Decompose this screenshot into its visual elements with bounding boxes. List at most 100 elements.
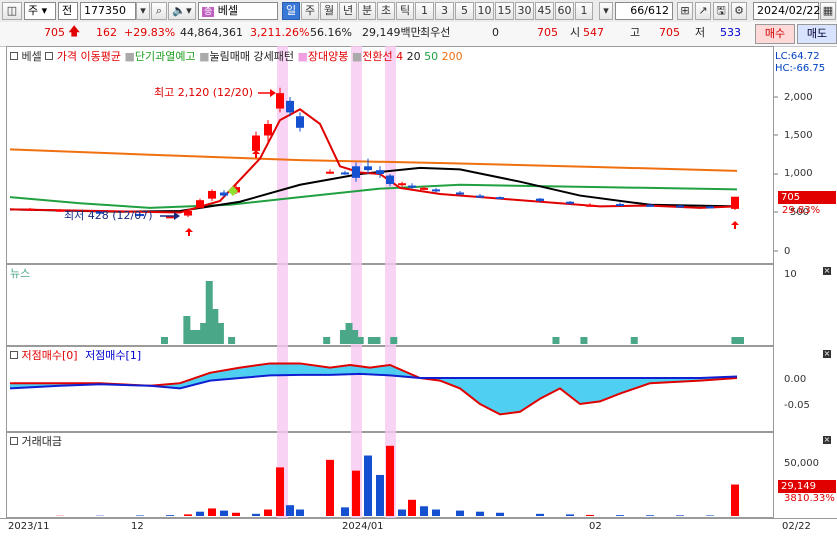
news-bar — [374, 337, 381, 344]
interval-button[interactable]: 3 — [435, 2, 454, 20]
trade-value-bar — [326, 460, 334, 516]
interval-button[interactable]: 1 — [575, 2, 593, 20]
trade-value-bar — [408, 500, 416, 516]
news-bar — [552, 337, 559, 344]
trade-value-bar — [731, 485, 739, 516]
low-annotation: 최저 428 (12/07) — [64, 209, 153, 222]
interval-button[interactable]: 5 — [455, 2, 474, 20]
interval-button[interactable]: 1 — [415, 2, 434, 20]
trade-value-percent: 3810.33% — [784, 492, 835, 505]
trade-value-bar — [566, 514, 574, 516]
trade-value-bar — [166, 515, 174, 516]
period-button[interactable]: 분 — [358, 2, 376, 20]
indicator-legend: 저점매수[0] 저점매수[1] — [10, 349, 141, 362]
candle-body — [456, 192, 464, 194]
trade-value-bar — [432, 510, 440, 516]
trade-value-bar — [286, 505, 294, 516]
price-legend: 베셀 가격 이동평균 ■단기과열예고 ■눌림매매 강세패턴 ■장대양봉 ■전환선… — [10, 50, 463, 63]
trade-value-bar — [420, 506, 428, 516]
candle-body — [264, 124, 272, 136]
candle-body — [566, 202, 574, 204]
trade-value-bar — [364, 456, 372, 516]
price-tick: 1,500 — [784, 129, 813, 142]
candle-body — [296, 116, 304, 128]
legend-box-icon — [10, 52, 18, 60]
close-icon[interactable]: × — [823, 350, 831, 358]
candle-body — [646, 205, 654, 207]
trade-value-bar — [456, 511, 464, 516]
period-button[interactable]: 일 — [282, 2, 300, 20]
trade-value-bar — [232, 513, 240, 516]
trade-value-bar — [352, 471, 360, 516]
trade-value-bar — [220, 511, 228, 516]
indicator-fill-area — [10, 363, 737, 414]
candle-body — [196, 200, 204, 208]
buy-signal-arrow-icon — [731, 221, 739, 229]
trade-value-bar — [496, 513, 504, 516]
news-bar — [217, 323, 224, 344]
price-tick: 2,000 — [784, 91, 813, 104]
candle-body — [398, 183, 406, 185]
high-annotation-arrow — [270, 89, 276, 97]
trade-value-bar — [136, 515, 144, 516]
candle-body — [184, 211, 192, 216]
buy-signal-arrow-icon — [185, 228, 193, 236]
period-button[interactable]: 년 — [339, 2, 357, 20]
period-button[interactable]: 주 — [301, 2, 319, 20]
candle-body — [386, 176, 394, 184]
candle-body — [731, 197, 739, 209]
candle-body — [364, 166, 372, 170]
legend-ma50: 50 — [424, 50, 438, 63]
trade-value-bar — [616, 515, 624, 516]
legend-overheat: 단기과열예고 — [135, 50, 196, 63]
interval-button[interactable]: 30 — [515, 2, 534, 20]
last-price-percent: 29.83% — [782, 204, 820, 217]
interval-button[interactable]: 45 — [535, 2, 554, 20]
trade-value-title: 거래대금 — [10, 435, 62, 448]
trade-value-tick: 50,000 — [784, 457, 819, 470]
trade-value-bar — [706, 515, 714, 516]
candle-body — [276, 93, 284, 108]
news-bar — [390, 337, 397, 344]
legend-ma4: 전환선 4 — [362, 50, 403, 63]
trade-value-bar — [398, 510, 406, 516]
x-label: 2023/11 — [8, 520, 50, 533]
interval-button[interactable]: 15 — [495, 2, 514, 20]
period-button[interactable]: 틱 — [396, 2, 414, 20]
legend-box-icon — [10, 437, 18, 445]
candle-body — [352, 166, 360, 178]
candle-body — [408, 186, 416, 188]
last-price-tag: 705 — [778, 191, 836, 204]
candle-body — [376, 170, 384, 174]
candle-body — [341, 172, 349, 174]
candle-body — [26, 209, 34, 211]
news-bar — [323, 337, 330, 344]
x-label: 02 — [589, 520, 602, 533]
chart-canvas[interactable] — [0, 0, 837, 540]
indicator-title-1: 저점매수[1] — [85, 349, 141, 362]
ma200-line — [10, 149, 737, 171]
period-button[interactable]: 초 — [377, 2, 395, 20]
period-button[interactable]: 월 — [320, 2, 338, 20]
x-label: 2024/01 — [342, 520, 384, 533]
trade-value-bar — [184, 514, 192, 516]
close-icon[interactable]: × — [823, 436, 831, 444]
trade-value-bar — [264, 510, 272, 516]
trade-value-bar — [646, 515, 654, 516]
legend-ma200: 200 — [442, 50, 463, 63]
interval-button[interactable]: 10 — [475, 2, 494, 20]
trade-value-bar — [252, 514, 260, 516]
x-label: 12 — [131, 520, 144, 533]
news-bar — [631, 337, 638, 344]
close-icon[interactable]: × — [823, 267, 831, 275]
indicator-title-0: 저점매수[0] — [22, 349, 78, 362]
trade-value-bar — [376, 475, 384, 516]
trade-value-bar — [296, 510, 304, 516]
news-tick: 10 — [784, 268, 797, 281]
candle-body — [676, 206, 684, 208]
legend-longbar: 장대양봉 — [308, 50, 348, 63]
trade-value-bar — [341, 507, 349, 516]
interval-button[interactable]: 60 — [555, 2, 574, 20]
candle-body — [208, 191, 216, 199]
trade-value-bar — [586, 515, 594, 516]
